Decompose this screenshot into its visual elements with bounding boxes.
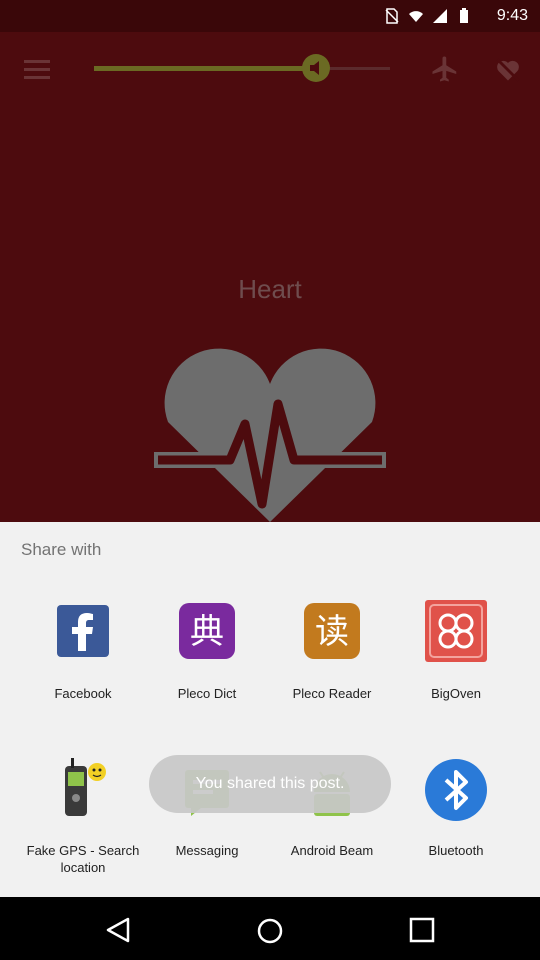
wifi-icon — [408, 8, 424, 24]
page-title: Heart — [238, 274, 302, 304]
app-background: Heart — [0, 32, 540, 522]
volume-slider-knob[interactable] — [302, 54, 330, 82]
fake-gps-icon — [51, 758, 115, 822]
menu-icon[interactable] — [24, 60, 50, 84]
volume-icon — [310, 61, 319, 75]
status-time: 9:43 — [496, 7, 528, 24]
share-sheet: Share with Facebook 典 Pleco Dict 读 Pleco… — [0, 522, 540, 897]
pleco-reader-icon: 读 — [300, 599, 364, 663]
bigoven-icon — [424, 599, 488, 663]
share-label: Android Beam — [290, 843, 374, 858]
share-title: Share with — [21, 540, 102, 559]
svg-text:典: 典 — [190, 612, 224, 652]
share-label: Fake GPS - Search location — [26, 843, 140, 875]
share-label: Pleco Reader — [292, 686, 372, 701]
share-target-bluetooth[interactable]: Bluetooth — [391, 758, 521, 859]
pleco-dict-icon: 典 — [175, 599, 239, 663]
status-bar: 9:43 — [0, 0, 540, 32]
battery-icon — [456, 8, 472, 24]
signal-icon — [432, 8, 448, 24]
share-target-bigoven[interactable]: BigOven — [391, 599, 521, 702]
share-label: BigOven — [431, 686, 481, 701]
status-icons — [384, 8, 472, 24]
svg-text:读: 读 — [315, 612, 349, 652]
toast-message: You shared this post. — [149, 755, 391, 813]
facebook-icon — [51, 599, 115, 663]
share-target-fake-gps[interactable]: Fake GPS - Search location — [18, 758, 148, 876]
share-target-pleco-reader[interactable]: 读 Pleco Reader — [267, 599, 397, 702]
share-target-pleco-dict[interactable]: 典 Pleco Dict — [142, 599, 272, 702]
share-target-facebook[interactable]: Facebook — [18, 599, 148, 702]
share-label: Bluetooth — [428, 843, 484, 858]
home-icon[interactable] — [256, 917, 284, 945]
airplane-icon[interactable] — [430, 54, 460, 84]
back-icon[interactable] — [104, 917, 132, 943]
heart-off-icon[interactable] — [494, 56, 522, 84]
share-label: Messaging — [175, 843, 239, 858]
no-sim-icon — [384, 8, 400, 24]
bluetooth-icon — [424, 758, 488, 822]
heart-illustration — [154, 348, 386, 522]
volume-slider-fill — [94, 66, 316, 71]
navigation-bar — [0, 897, 540, 960]
share-label: Pleco Dict — [177, 686, 237, 701]
share-label: Facebook — [54, 686, 112, 701]
recents-icon[interactable] — [409, 917, 435, 943]
